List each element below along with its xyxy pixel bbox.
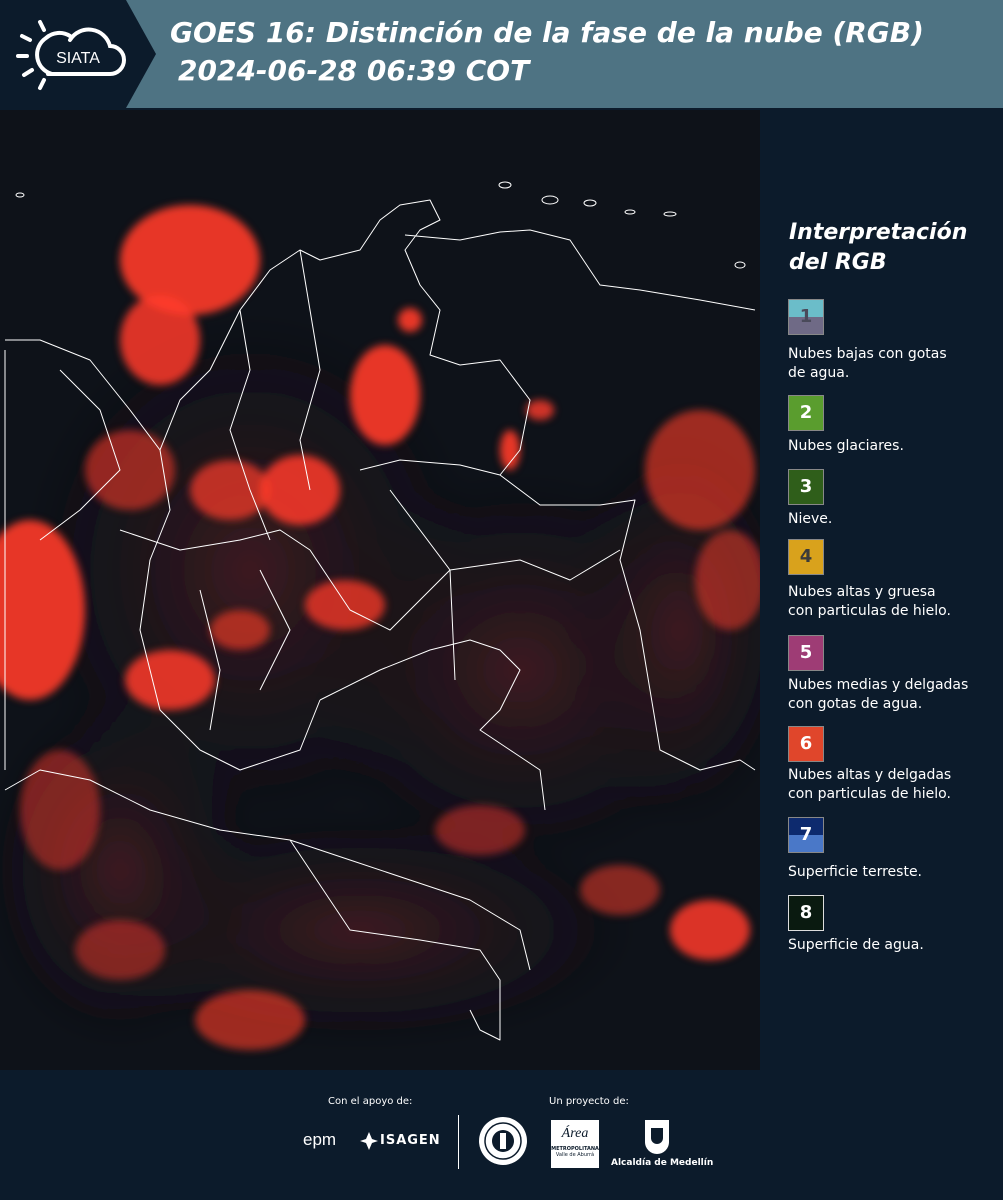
page-subtitle-datetime: 2024-06-28 06:39 COT xyxy=(178,54,530,87)
isagen-logo-icon xyxy=(360,1132,378,1150)
header-bar: SIATA GOES 16: Distinción de la fase de … xyxy=(0,0,1003,108)
legend-swatch-5: 5 xyxy=(788,635,824,671)
legend-label-3: Nieve. xyxy=(788,511,833,527)
legend-swatch-4: 4 xyxy=(788,539,824,575)
legend-label-2: Nubes glaciares. xyxy=(788,438,904,454)
alcaldia-logo: Alcaldía de Medellín xyxy=(611,1118,713,1168)
university-seal-icon xyxy=(479,1117,527,1165)
legend-swatch-2: 2 xyxy=(788,395,824,431)
alcaldia-shield-icon xyxy=(645,1120,669,1154)
footer: Con el apoyo de: Un proyecto de: epm ISA… xyxy=(0,1070,1003,1200)
university-seal xyxy=(478,1116,528,1170)
siata-logo: SIATA xyxy=(0,0,156,108)
epm-logo-icon: epm xyxy=(303,1130,337,1149)
project-label: Un proyecto de: xyxy=(549,1096,629,1107)
satellite-map xyxy=(0,110,760,1070)
svg-text:SIATA: SIATA xyxy=(56,50,100,67)
legend-swatch-8: 8 xyxy=(788,895,824,931)
legend-swatch-3: 3 xyxy=(788,469,824,505)
support-label: Con el apoyo de: xyxy=(328,1096,413,1107)
legend-label-6: Nubes altas y delgadas con particulas de … xyxy=(788,767,952,802)
legend-label-8: Superficie de agua. xyxy=(788,937,924,953)
page-title: GOES 16: Distinción de la fase de la nub… xyxy=(170,16,924,49)
legend-swatch-7: 7 xyxy=(788,817,824,853)
legend-title: Interpretación del RGB xyxy=(789,220,968,275)
legend-swatch-1: 1 xyxy=(788,299,824,335)
legend-label-4: Nubes altas y gruesa con particulas de hi… xyxy=(788,584,951,619)
legend-label-5: Nubes medias y delgadas con gotas de agua… xyxy=(788,677,969,712)
legend-panel: Interpretación del RGB 1 Nubes bajas con… xyxy=(760,110,1003,1070)
legend-label-1: Nubes bajas con gotas de agua. xyxy=(788,346,947,381)
legend-swatch-6: 6 xyxy=(788,726,824,762)
footer-divider xyxy=(458,1115,459,1169)
legend-label-7: Superficie terreste. xyxy=(788,864,923,880)
area-metropolitana-logo-icon: Área METROPOLITANA Valle de Aburrá xyxy=(551,1120,599,1168)
